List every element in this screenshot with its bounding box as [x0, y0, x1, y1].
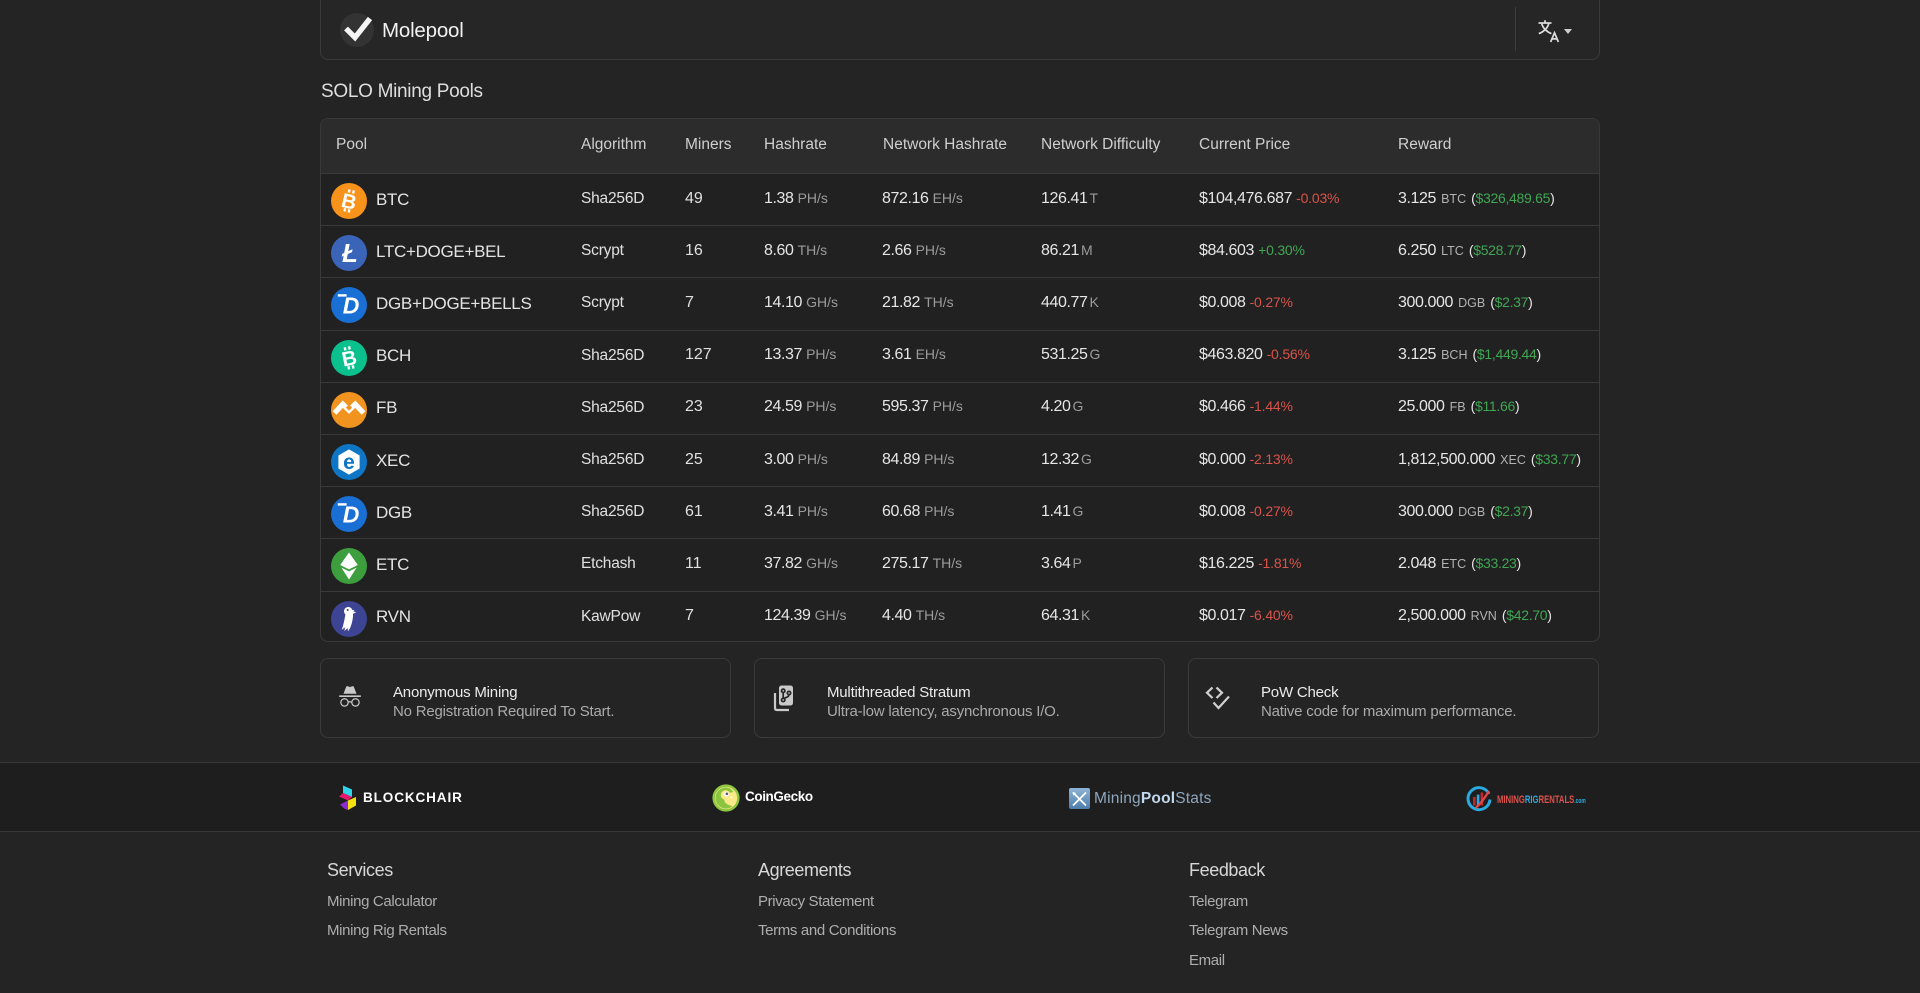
svg-text:B: B [339, 189, 359, 215]
svg-text:e: e [343, 451, 355, 474]
svg-text:Ł: Ł [341, 238, 358, 268]
svg-text:B: B [340, 346, 359, 371]
